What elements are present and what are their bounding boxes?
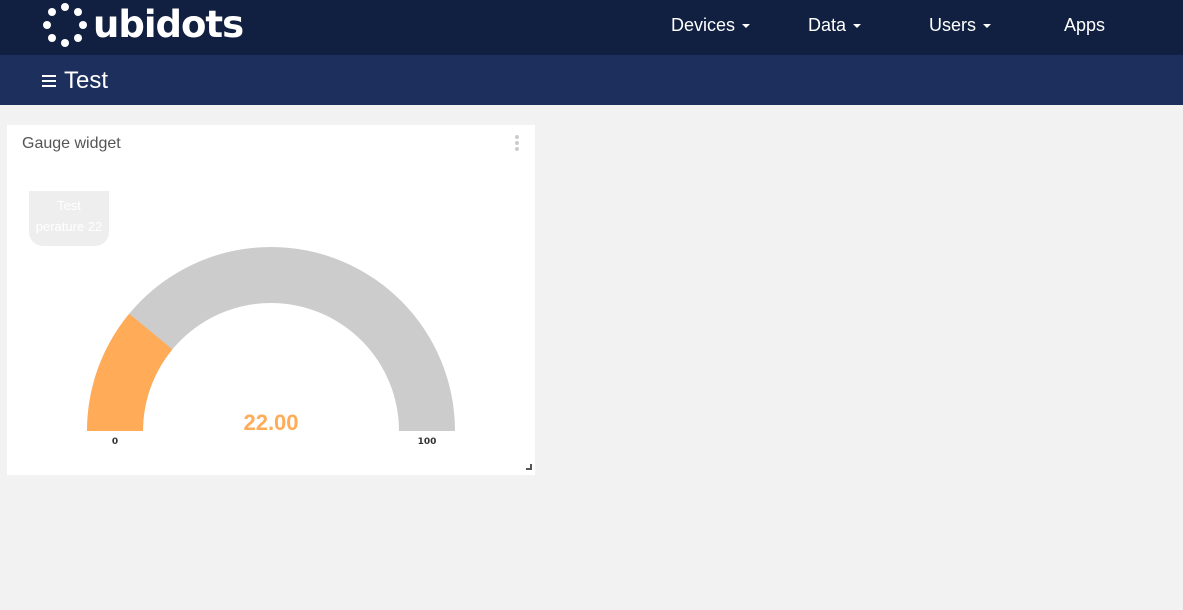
dashboard-header: Test [0, 55, 1183, 105]
gauge-widget: Gauge widget 22.00 0 100 Test perature 2… [7, 125, 535, 475]
nav-users[interactable]: Users [929, 0, 992, 50]
nav-data[interactable]: Data [808, 0, 862, 50]
gauge-tooltip: Test perature 22 [29, 191, 109, 246]
top-navbar: ubidots Devices Data Users Apps [0, 0, 1183, 55]
gauge-max-label: 100 [418, 437, 437, 447]
nav-devices[interactable]: Devices [671, 0, 751, 50]
caret-down-icon [853, 24, 862, 28]
brand-logo[interactable]: ubidots [43, 3, 244, 47]
tooltip-line-2: perature 22 [35, 219, 103, 234]
ubidots-logo-icon [43, 3, 87, 47]
brand-name: ubidots [93, 3, 244, 46]
nav-users-label: Users [929, 14, 977, 35]
nav-apps[interactable]: Apps [1064, 0, 1105, 50]
gauge-min-label: 0 [112, 437, 118, 447]
nav-apps-label: Apps [1064, 14, 1106, 35]
gauge-chart: 22.00 0 100 [87, 247, 455, 447]
nav-data-label: Data [808, 14, 847, 35]
resize-handle-icon[interactable] [526, 464, 532, 470]
hamburger-menu-icon[interactable] [42, 75, 56, 88]
caret-down-icon [983, 24, 992, 28]
dashboard-title[interactable]: Test [64, 66, 108, 96]
caret-down-icon [742, 24, 751, 28]
nav-devices-label: Devices [671, 14, 736, 35]
gauge-value: 22.00 [243, 410, 298, 435]
tooltip-line-1: Test [57, 198, 81, 213]
